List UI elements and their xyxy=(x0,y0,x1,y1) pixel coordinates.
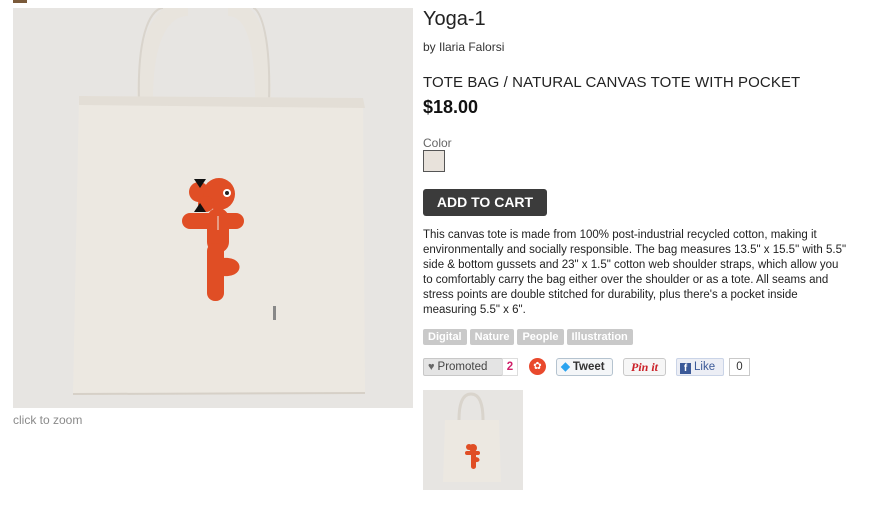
tweet-label: Tweet xyxy=(572,361,605,373)
tweet-button[interactable]: ◆ Tweet xyxy=(556,358,613,376)
tote-bag-thumbnail-illustration xyxy=(443,392,501,482)
tag-illustration[interactable]: Illustration xyxy=(566,329,633,345)
product-subtitle: TOTE BAG / NATURAL CANVAS TOTE WITH POCK… xyxy=(423,74,801,91)
click-to-zoom-hint[interactable]: click to zoom xyxy=(13,413,82,427)
promoted-button[interactable]: ♥ Promoted xyxy=(423,358,503,376)
twitter-bird-icon: ◆ xyxy=(561,361,570,373)
product-thumbnail[interactable] xyxy=(423,390,523,490)
color-label: Color xyxy=(423,136,452,150)
tag-digital[interactable]: Digital xyxy=(423,329,467,345)
tote-bag-illustration xyxy=(72,8,366,395)
like-label: Like xyxy=(694,361,716,373)
product-description: This canvas tote is made from 100% post-… xyxy=(423,229,847,316)
top-accent-bar xyxy=(13,0,27,3)
facebook-like-count: 0 xyxy=(729,358,750,376)
tag-nature[interactable]: Nature xyxy=(469,329,515,345)
heart-icon: ♥ xyxy=(428,361,435,373)
pin-it-button[interactable]: Pin it xyxy=(623,358,666,376)
stumbleupon-icon[interactable]: ✿ xyxy=(529,358,546,375)
promoted-label: Promoted xyxy=(437,361,488,373)
product-main-image[interactable] xyxy=(13,8,413,408)
product-author[interactable]: by Ilaria Falorsi xyxy=(423,40,504,54)
product-price: $18.00 xyxy=(423,97,479,117)
tag-list: Digital Nature People Illustration xyxy=(423,329,633,345)
product-title: Yoga-1 xyxy=(423,8,486,30)
facebook-like-button[interactable]: f Like xyxy=(676,358,724,376)
promoted-count: 2 xyxy=(502,358,518,376)
tag-people[interactable]: People xyxy=(517,329,564,345)
add-to-cart-button[interactable]: ADD TO CART xyxy=(423,189,547,216)
facebook-icon: f xyxy=(680,363,691,374)
color-swatch-natural[interactable] xyxy=(423,150,445,172)
